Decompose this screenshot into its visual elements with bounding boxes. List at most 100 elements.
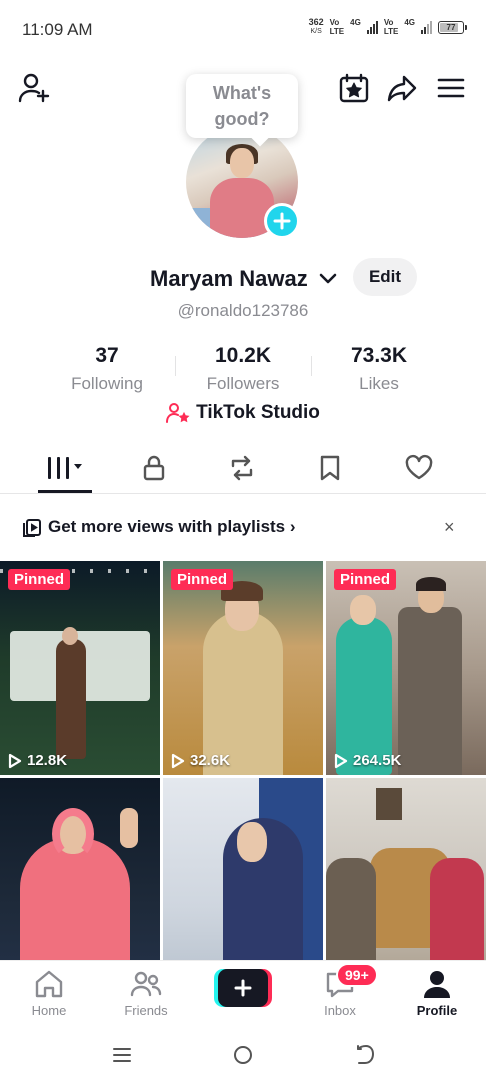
edit-profile-button[interactable]: Edit bbox=[353, 258, 417, 296]
tiktok-studio-label: TikTok Studio bbox=[196, 402, 320, 423]
stat-likes[interactable]: 73.3K Likes bbox=[330, 344, 428, 394]
profile-stats: 37 Following 10.2K Followers 73.3K Likes bbox=[0, 344, 486, 394]
view-count: 32.6K bbox=[171, 752, 230, 769]
bookmark-icon bbox=[320, 455, 340, 481]
add-friend-button[interactable] bbox=[16, 70, 52, 106]
pinned-badge: Pinned bbox=[8, 569, 71, 590]
bubble-line-1: What's bbox=[212, 83, 272, 103]
followers-label: Followers bbox=[206, 374, 280, 393]
network-type-2: 4G bbox=[404, 18, 415, 27]
pinned-badge: Pinned bbox=[334, 569, 397, 590]
name-row: Maryam Nawaz Edit bbox=[0, 258, 486, 298]
video-thumbnail[interactable]: Pinned 32.6K bbox=[163, 561, 323, 775]
volte-top-2: Vo bbox=[383, 18, 394, 27]
add-friend-icon bbox=[18, 73, 50, 103]
inbox-badge: 99+ bbox=[336, 963, 378, 987]
circle-home-icon bbox=[234, 1046, 252, 1064]
view-count: 264.5K bbox=[334, 752, 401, 769]
active-tab-indicator bbox=[38, 490, 92, 493]
home-icon bbox=[35, 970, 63, 998]
recent-apps-button[interactable] bbox=[107, 1042, 137, 1068]
following-count: 37 bbox=[95, 344, 119, 367]
profile-name[interactable]: Maryam Nawaz bbox=[150, 266, 308, 292]
stat-divider bbox=[311, 356, 312, 376]
home-system-button[interactable] bbox=[228, 1042, 258, 1068]
followers-count: 10.2K bbox=[214, 344, 272, 367]
volte-indicator-1: Vo LTE bbox=[330, 18, 345, 36]
play-icon bbox=[8, 753, 22, 768]
bottom-navigation: Home Friends Inbox Profile bbox=[0, 960, 486, 1030]
video-thumbnail[interactable] bbox=[0, 778, 160, 961]
play-icon bbox=[171, 753, 185, 768]
bubble-line-2: good? bbox=[214, 109, 270, 129]
calendar-button[interactable] bbox=[336, 70, 372, 106]
nav-home[interactable]: Home bbox=[4, 969, 94, 1018]
lock-icon bbox=[143, 455, 165, 481]
tab-favorites[interactable] bbox=[300, 444, 360, 492]
plus-icon bbox=[273, 212, 291, 230]
video-thumbnail[interactable]: Pinned 264.5K bbox=[326, 561, 486, 775]
nav-profile-label: Profile bbox=[416, 1003, 458, 1018]
menu-button[interactable] bbox=[433, 70, 469, 106]
grid-videos-icon bbox=[48, 457, 82, 479]
close-icon[interactable]: × bbox=[444, 517, 455, 538]
nav-inbox-label: Inbox bbox=[324, 1003, 356, 1018]
view-count-value: 264.5K bbox=[353, 752, 402, 769]
add-story-button[interactable] bbox=[264, 203, 300, 239]
video-thumbnail[interactable] bbox=[163, 778, 323, 961]
back-system-button[interactable] bbox=[350, 1042, 380, 1068]
likes-label: Likes bbox=[359, 374, 399, 393]
signal-icon bbox=[366, 20, 378, 34]
nav-friends-label: Friends bbox=[124, 1003, 168, 1018]
network-type-1: 4G bbox=[350, 18, 361, 27]
status-indicators: 362 K/S Vo LTE 4G Vo LTE 4G 77 bbox=[309, 18, 467, 36]
profile-tabs bbox=[0, 444, 486, 494]
volte-bottom-1: LTE bbox=[329, 27, 345, 36]
playlist-promo-link[interactable]: Get more views with playlists › bbox=[48, 517, 296, 537]
share-icon bbox=[387, 75, 417, 102]
stat-followers[interactable]: 10.2K Followers bbox=[190, 344, 296, 394]
create-video-button[interactable] bbox=[214, 969, 272, 1007]
status-bubble[interactable]: What's good? bbox=[186, 74, 298, 138]
heart-icon bbox=[405, 454, 433, 480]
nav-profile[interactable]: Profile bbox=[392, 969, 482, 1018]
share-profile-button[interactable] bbox=[384, 70, 420, 106]
system-navigation-bar bbox=[0, 1030, 486, 1080]
tab-liked[interactable] bbox=[389, 444, 449, 492]
play-icon bbox=[334, 753, 348, 768]
network-speed-unit: K/S bbox=[310, 28, 322, 35]
tab-videos[interactable] bbox=[35, 444, 95, 492]
studio-person-star-icon bbox=[166, 403, 190, 423]
stat-divider bbox=[175, 356, 176, 376]
likes-count: 73.3K bbox=[350, 344, 408, 367]
view-count-value: 32.6K bbox=[190, 752, 231, 769]
repost-icon bbox=[231, 455, 253, 481]
tiktok-studio-link[interactable]: TikTok Studio bbox=[0, 402, 486, 424]
back-icon bbox=[357, 1045, 374, 1064]
video-thumbnail[interactable]: Pinned 12.8K bbox=[0, 561, 160, 775]
nav-friends[interactable]: Friends bbox=[101, 969, 191, 1018]
network-speed-value: 362 bbox=[308, 17, 324, 27]
chevron-down-icon[interactable] bbox=[318, 272, 338, 286]
friends-icon bbox=[130, 971, 162, 997]
status-bar: 11:09 AM 362 K/S Vo LTE 4G Vo LTE 4G 77 bbox=[0, 0, 486, 60]
recent-apps-icon bbox=[113, 1048, 131, 1062]
volte-top-1: Vo bbox=[329, 18, 340, 27]
video-grid: Pinned 12.8K Pinned 32.6K Pinned 264.5K bbox=[0, 561, 486, 961]
video-thumbnail[interactable] bbox=[326, 778, 486, 961]
volte-bottom-2: LTE bbox=[383, 27, 399, 36]
status-time: 11:09 AM bbox=[22, 20, 93, 39]
playlist-promo-text: Get more views with playlists bbox=[48, 517, 286, 536]
stat-following[interactable]: 37 Following bbox=[56, 344, 158, 394]
view-count: 12.8K bbox=[8, 752, 67, 769]
battery-level: 77 bbox=[446, 22, 456, 32]
username-handle: @ronaldo123786 bbox=[177, 301, 309, 320]
calendar-star-icon bbox=[339, 73, 369, 103]
volte-indicator-2: Vo LTE bbox=[384, 18, 399, 36]
signal-icon bbox=[421, 20, 432, 34]
network-speed: 362 K/S bbox=[309, 18, 324, 36]
playlist-icon bbox=[23, 519, 41, 537]
tab-reposts[interactable] bbox=[212, 444, 272, 492]
playlist-banner: Get more views with playlists › × bbox=[0, 505, 486, 551]
tab-private[interactable] bbox=[124, 444, 184, 492]
